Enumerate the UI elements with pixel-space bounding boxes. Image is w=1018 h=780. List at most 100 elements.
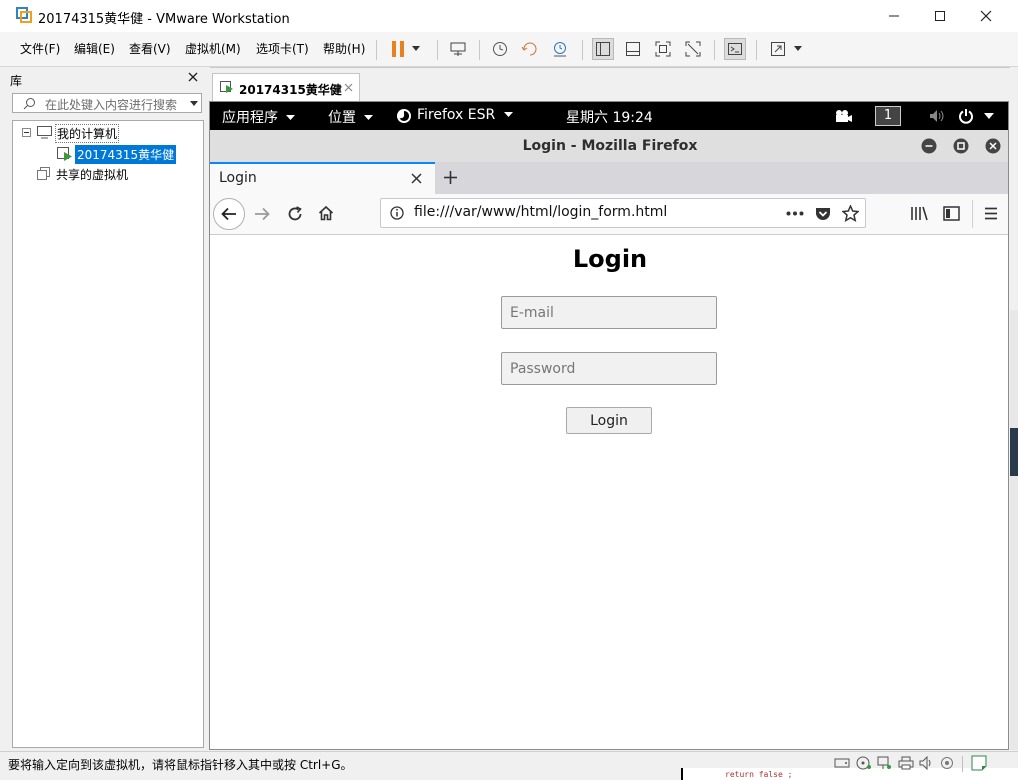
- gnome-applications-label: 应用程序: [222, 110, 278, 126]
- chevron-down-icon[interactable]: [984, 113, 994, 120]
- full-screen-button[interactable]: [652, 38, 674, 60]
- back-button[interactable]: [213, 198, 245, 230]
- maximize-icon[interactable]: [953, 138, 969, 154]
- show-thumbnail-bar-button[interactable]: [622, 38, 644, 60]
- library-close-button[interactable]: [188, 70, 198, 86]
- gnome-top-bar: 应用程序 位置 Firefox ESR 星期六 19:24 1: [210, 102, 1008, 130]
- gnome-clock[interactable]: 星期六 19:24: [566, 107, 653, 127]
- toolbar-separator: [972, 200, 973, 228]
- maximize-icon: [935, 10, 945, 21]
- sidebar-toggle-icon[interactable]: [943, 206, 960, 221]
- url-bar[interactable]: file:///var/www/html/login_form.html: [380, 198, 866, 228]
- running-vm-icon: [57, 147, 72, 161]
- tree-item-vm-selected[interactable]: 20174315黄华健: [75, 145, 177, 164]
- running-vm-icon: [220, 81, 233, 93]
- close-button[interactable]: [963, 0, 1009, 31]
- shared-vm-icon: [37, 167, 50, 180]
- close-icon[interactable]: [344, 83, 353, 92]
- email-field[interactable]: [501, 296, 717, 329]
- page-actions-icon[interactable]: [786, 211, 804, 216]
- status-separator: [962, 756, 963, 772]
- status-message: 要将输入定向到该虚拟机，请将鼠标指针移入其中或按 Ctrl+G。: [8, 758, 353, 772]
- revert-snapshot-icon: [521, 42, 537, 56]
- vmware-logo-icon: [16, 7, 32, 23]
- gnome-app-label: Firefox ESR: [417, 107, 496, 123]
- close-icon[interactable]: [985, 138, 1001, 154]
- display-icon[interactable]: [940, 756, 954, 770]
- password-field[interactable]: [501, 352, 717, 385]
- toolbar-separator: [582, 40, 583, 60]
- menu-file[interactable]: 文件(F): [20, 40, 60, 57]
- gnome-applications-menu[interactable]: 应用程序: [222, 107, 296, 127]
- gnome-app-menu[interactable]: Firefox ESR: [417, 107, 513, 123]
- guest-display[interactable]: 应用程序 位置 Firefox ESR 星期六 19:24 1 Login - …: [209, 101, 1009, 750]
- tree-item-my-computer[interactable]: 我的计算机: [55, 124, 120, 143]
- hamburger-menu-icon[interactable]: [984, 207, 998, 220]
- hard-disk-icon[interactable]: [834, 756, 850, 770]
- revert-snapshot-button[interactable]: [519, 38, 541, 60]
- network-adapter-icon[interactable]: [876, 756, 892, 770]
- message-log-icon[interactable]: [971, 755, 987, 771]
- terminal-icon: [728, 43, 742, 55]
- show-library-button[interactable]: [592, 38, 614, 60]
- firefox-tab[interactable]: Login: [210, 162, 435, 194]
- status-bar: 要将输入定向到该虚拟机，请将鼠标指针移入其中或按 Ctrl+G。 return …: [0, 751, 1018, 780]
- bottom-panel-icon: [626, 42, 640, 56]
- library-tree: 我的计算机 20174315黄华健 共享的虚拟机: [12, 120, 204, 748]
- login-heading: Login: [572, 245, 648, 273]
- forward-arrow-icon[interactable]: [254, 207, 270, 221]
- search-input[interactable]: 在此处键入内容进行搜索: [45, 96, 177, 113]
- vm-tab[interactable]: 20174315黄华健: [212, 73, 360, 102]
- pocket-icon[interactable]: [815, 206, 831, 222]
- bookmark-star-icon[interactable]: [842, 205, 859, 222]
- library-icon[interactable]: [910, 206, 928, 221]
- library-search-box[interactable]: 在此处键入内容进行搜索: [12, 93, 202, 113]
- maximize-button[interactable]: [917, 0, 963, 31]
- menu-help[interactable]: 帮助(H): [323, 40, 365, 57]
- power-dropdown-button[interactable]: [409, 38, 423, 60]
- gnome-places-menu[interactable]: 位置: [328, 107, 374, 127]
- pause-button[interactable]: [387, 38, 409, 60]
- menu-edit[interactable]: 编辑(E): [74, 40, 115, 57]
- toolbar-separator: [714, 40, 715, 60]
- pause-icon: [392, 41, 404, 57]
- home-icon[interactable]: [318, 205, 334, 221]
- volume-icon[interactable]: [929, 109, 947, 123]
- toolbar-separator: [479, 40, 480, 60]
- url-text[interactable]: file:///var/www/html/login_form.html: [414, 204, 667, 220]
- minimize-icon[interactable]: [921, 138, 937, 154]
- info-icon[interactable]: [390, 206, 404, 220]
- minimize-icon: [889, 15, 899, 16]
- web-page-content: Login Login: [210, 235, 1008, 749]
- login-button[interactable]: Login: [566, 407, 652, 434]
- firefox-titlebar: Login - Mozilla Firefox: [210, 130, 1008, 162]
- gnome-places-label: 位置: [328, 110, 356, 126]
- minimize-button[interactable]: [871, 0, 917, 31]
- workspace-indicator[interactable]: 1: [875, 106, 901, 126]
- snapshot-manager-button[interactable]: [549, 38, 571, 60]
- snapshot-button[interactable]: [489, 38, 511, 60]
- chevron-down-icon: [412, 46, 420, 51]
- menu-tabs[interactable]: 选项卡(T): [256, 40, 309, 57]
- chevron-down-icon[interactable]: [190, 101, 198, 107]
- background-window-edge: [1010, 310, 1018, 750]
- power-icon[interactable]: [958, 108, 974, 124]
- chevron-down-icon: [286, 115, 296, 120]
- reload-icon[interactable]: [287, 206, 303, 222]
- stretch-dropdown-button[interactable]: [791, 38, 805, 60]
- snapshot-clock-icon: [493, 42, 507, 56]
- stretch-guest-button[interactable]: [767, 38, 789, 60]
- sound-card-icon[interactable]: [919, 756, 935, 770]
- vm-tab-label: 20174315黄华健: [239, 83, 342, 97]
- collapse-toggle-icon[interactable]: [22, 128, 31, 137]
- menu-view[interactable]: 查看(V): [129, 40, 171, 57]
- tree-item-shared-vms[interactable]: 共享的虚拟机: [56, 166, 128, 183]
- console-view-button[interactable]: [724, 38, 746, 60]
- new-tab-icon[interactable]: [443, 170, 458, 185]
- cd-drive-icon[interactable]: [856, 756, 872, 770]
- unity-button[interactable]: [682, 38, 704, 60]
- send-ctrl-alt-del-button[interactable]: [447, 38, 469, 60]
- menu-vm[interactable]: 虚拟机(M): [185, 40, 241, 57]
- close-icon[interactable]: [411, 173, 422, 184]
- printer-icon[interactable]: [898, 756, 914, 770]
